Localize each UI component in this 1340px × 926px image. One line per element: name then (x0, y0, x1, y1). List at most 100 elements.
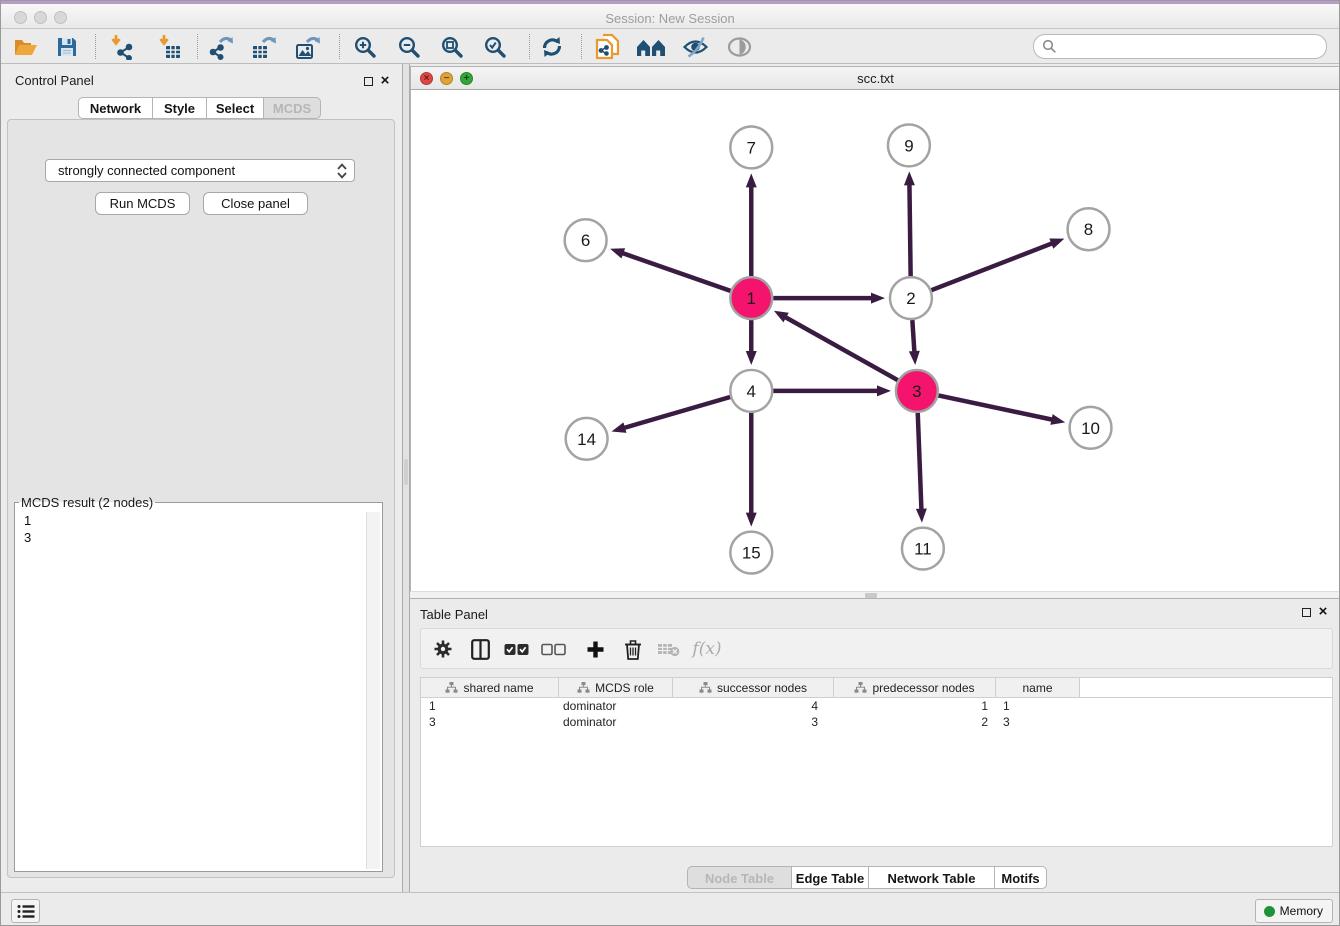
tab-node-table[interactable]: Node Table (687, 866, 792, 889)
splitter-grip[interactable] (404, 459, 408, 485)
import-table-icon[interactable] (153, 32, 185, 61)
graph-edge[interactable] (620, 252, 730, 290)
column-header-mcds-role[interactable]: MCDS role (559, 678, 673, 697)
column-header-predecessor-nodes[interactable]: predecessor nodes (834, 678, 996, 697)
column-header-shared-name[interactable]: shared name (421, 678, 559, 697)
network-bottom-splitter[interactable] (410, 591, 1340, 598)
cell-shared-name[interactable]: 1 (421, 699, 559, 713)
result-line: 1 (17, 512, 380, 529)
column-label: name (1022, 681, 1052, 695)
float-icon (1302, 608, 1311, 617)
deselect-all-icon[interactable] (539, 636, 567, 662)
memory-button[interactable]: Memory (1255, 899, 1333, 923)
clone-network-icon[interactable] (591, 32, 623, 61)
refresh-network-icon[interactable] (536, 32, 568, 61)
table-header: shared name MCDS role successor nodes pr… (421, 678, 1332, 698)
function-builder-icon[interactable]: f(x) (689, 636, 725, 662)
control-panel-close-button[interactable]: × (379, 75, 391, 87)
table-row[interactable]: 3 dominator 3 2 3 (421, 714, 1332, 730)
graph-node-label: 7 (747, 138, 756, 157)
table-row[interactable]: 1 dominator 4 1 1 (421, 698, 1332, 714)
tab-style[interactable]: Style (152, 97, 207, 119)
graph-edge[interactable] (918, 413, 922, 512)
hide-selected-icon[interactable] (679, 32, 711, 61)
search-input[interactable] (1057, 40, 1326, 54)
graph-edge[interactable] (938, 395, 1054, 420)
list-icon (17, 904, 35, 919)
export-image-icon[interactable] (292, 32, 324, 61)
tab-edge-table[interactable]: Edge Table (791, 866, 869, 889)
tab-motifs[interactable]: Motifs (994, 866, 1047, 889)
cell-name[interactable]: 3 (996, 715, 1080, 729)
column-header-successor-nodes[interactable]: successor nodes (673, 678, 834, 697)
graph-node-label: 1 (747, 289, 756, 308)
show-all-icon[interactable] (723, 32, 755, 61)
cell-mcds-role[interactable]: dominator (559, 715, 673, 729)
table-panel-close-button[interactable]: × (1317, 606, 1329, 618)
network-window-titlebar[interactable]: × − + scc.txt (410, 66, 1340, 90)
zoom-in-icon[interactable] (349, 32, 381, 61)
search-field[interactable] (1033, 34, 1327, 59)
import-network-icon[interactable] (105, 32, 137, 61)
table-panel-float-button[interactable] (1300, 606, 1312, 618)
column-header-name[interactable]: name (996, 678, 1080, 697)
zoom-fit-icon[interactable] (436, 32, 468, 61)
graph-node-label: 11 (914, 540, 932, 559)
toolbar-separator (197, 34, 198, 59)
window-titlebar: Session: New Session (1, 1, 1339, 29)
graph-edge[interactable] (622, 397, 730, 428)
table-toolbar: f(x) (420, 628, 1333, 669)
graph-node-label: 2 (906, 289, 915, 308)
graph-edge-arrowhead (1049, 239, 1064, 249)
graph-edge-arrowhead (909, 351, 920, 365)
status-bar: Memory (1, 892, 1339, 926)
toolbar-separator (339, 34, 340, 59)
tab-mcds[interactable]: MCDS (263, 97, 321, 119)
graph-edge[interactable] (931, 243, 1054, 291)
tab-network[interactable]: Network (78, 97, 153, 119)
cell-name[interactable]: 1 (996, 699, 1080, 713)
panel-splitter[interactable] (402, 64, 410, 892)
cell-predecessor-nodes[interactable]: 2 (834, 715, 996, 729)
network-canvas[interactable]: 1234678910111415 (411, 90, 1340, 591)
tree-icon (854, 681, 867, 694)
tab-select[interactable]: Select (206, 97, 264, 119)
export-table-icon[interactable] (248, 32, 280, 61)
delete-table-icon[interactable] (654, 636, 682, 662)
session-title: Session: New Session (1, 11, 1339, 26)
cell-mcds-role[interactable]: dominator (559, 699, 673, 713)
toolbar-separator (581, 34, 582, 59)
stepper-icon (336, 162, 348, 180)
float-icon (364, 77, 373, 86)
graph-node-label: 10 (1081, 419, 1100, 438)
control-panel-float-button[interactable] (362, 75, 374, 87)
export-network-icon[interactable] (205, 32, 237, 61)
graph-edge[interactable] (912, 320, 914, 354)
criterion-dropdown[interactable]: strongly connected component (45, 159, 355, 182)
cell-shared-name[interactable]: 3 (421, 715, 559, 729)
first-neighbors-icon[interactable] (635, 32, 667, 61)
cell-successor-nodes[interactable]: 3 (673, 715, 834, 729)
network-view[interactable]: 1234678910111415 (410, 90, 1340, 591)
graph-edge[interactable] (783, 316, 897, 380)
save-session-icon[interactable] (51, 32, 83, 61)
run-mcds-button[interactable]: Run MCDS (95, 192, 190, 215)
open-session-icon[interactable] (9, 32, 41, 61)
show-columns-icon[interactable] (466, 636, 494, 662)
result-scrollbar[interactable] (366, 512, 380, 869)
graph-edge[interactable] (909, 182, 910, 276)
zoom-out-icon[interactable] (393, 32, 425, 61)
cell-predecessor-nodes[interactable]: 1 (834, 699, 996, 713)
close-panel-button[interactable]: Close panel (203, 192, 308, 215)
task-history-button[interactable] (11, 899, 40, 923)
tab-network-table[interactable]: Network Table (868, 866, 995, 889)
network-title: scc.txt (411, 71, 1340, 86)
zoom-selected-icon[interactable] (479, 32, 511, 61)
add-row-icon[interactable] (581, 636, 609, 662)
cell-successor-nodes[interactable]: 4 (673, 699, 834, 713)
select-all-icon[interactable] (502, 636, 530, 662)
graph-node-label: 14 (577, 430, 596, 449)
table-settings-icon[interactable] (429, 636, 457, 662)
main-toolbar (1, 29, 1339, 64)
delete-row-icon[interactable] (619, 636, 647, 662)
